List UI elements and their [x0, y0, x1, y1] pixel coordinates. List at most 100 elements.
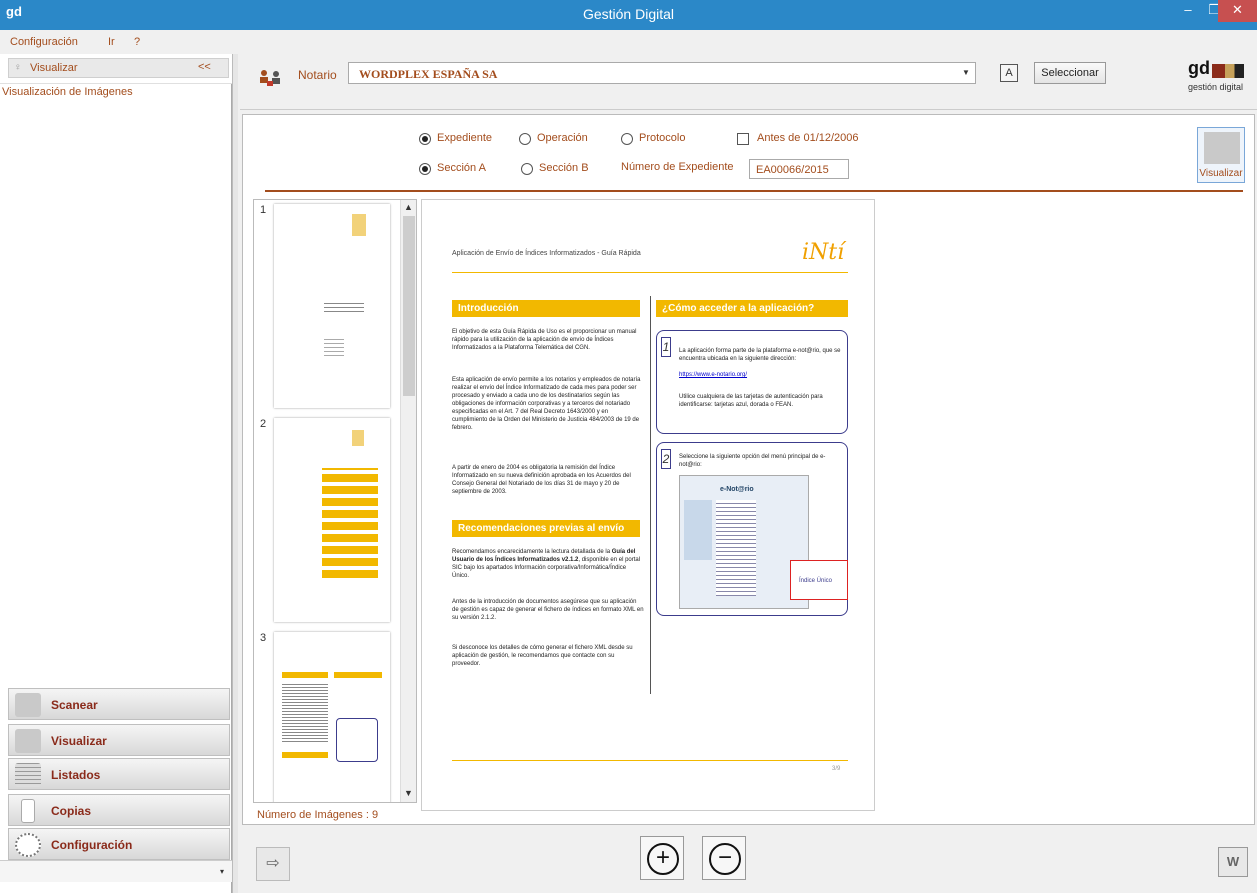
recommendations-paragraph-3: Si desconoce los detalles de cómo genera… — [452, 645, 633, 667]
visualize-icon: ♀ — [14, 62, 22, 73]
scroll-thumb[interactable] — [403, 216, 415, 396]
divider — [265, 190, 1243, 192]
thumb-text — [324, 300, 364, 312]
word-export-button[interactable]: W — [1218, 847, 1248, 877]
expediente-label: Número de Expediente — [621, 161, 734, 173]
step-2-number: 2 — [661, 449, 671, 469]
page-number: 3/9 — [832, 766, 841, 772]
thumb-text — [282, 682, 328, 742]
thumb-section — [334, 672, 382, 678]
radio-seccion-a[interactable] — [419, 163, 431, 175]
close-button[interactable]: ✕ — [1218, 0, 1257, 22]
menu-bar: Configuración Ir ? — [0, 30, 1257, 52]
before-date-checkbox[interactable] — [737, 133, 749, 145]
rec-text: Recomendamos encarecidamente la lectura … — [452, 549, 612, 555]
visualize-button-label: Visualizar — [1199, 168, 1243, 179]
step-2-box: 2 Seleccione la siguiente opción del men… — [656, 442, 848, 616]
notary-value: WORDPLEX ESPAÑA SA — [359, 67, 498, 81]
brand-gd: gd — [1188, 58, 1210, 78]
visualize-button[interactable]: Visualizar — [1197, 127, 1245, 183]
nav-label: Visualizar — [51, 734, 107, 748]
zoom-out-button[interactable]: − — [702, 836, 746, 880]
nav-copias[interactable]: Copias — [8, 794, 230, 826]
nav-label: Scanear — [51, 698, 98, 712]
intro-title: Introducción — [452, 300, 640, 317]
recommendations-paragraph-1: Recomendamos encarecidamente la lectura … — [452, 548, 644, 580]
step-1-text: La aplicación forma parte de la platafor… — [679, 348, 841, 362]
thumbnail-page-2[interactable] — [274, 418, 390, 622]
brand-text: gestión digital — [1188, 82, 1244, 92]
menu-configuracion[interactable]: Configuración — [10, 36, 78, 48]
intro-paragraph-2: Esta aplicación de envío permite a los n… — [452, 377, 641, 431]
thumb-number: 3 — [260, 632, 267, 644]
chevron-down-icon[interactable]: ▾ — [220, 867, 224, 876]
radio-seccion-b[interactable] — [521, 163, 533, 175]
collapse-button[interactable]: << — [198, 61, 211, 73]
doc-footer-rule — [452, 760, 848, 761]
step-1-link[interactable]: https://www.e-notario.org/ — [679, 371, 841, 379]
radio-operacion[interactable] — [519, 133, 531, 145]
step-1-box: 1 La aplicación forma parte de la plataf… — [656, 330, 848, 434]
callout-box: Índice Único — [790, 560, 848, 600]
before-date-label: Antes de 01/12/2006 — [757, 132, 859, 144]
menu-ir[interactable]: Ir — [108, 36, 115, 48]
notary-select[interactable]: WORDPLEX ESPAÑA SA ▼ — [348, 62, 976, 84]
notary-label: Notario — [298, 68, 337, 82]
enotario-title: e-Not@rio — [720, 486, 754, 493]
inti-logo-icon — [352, 214, 366, 236]
scroll-down-icon[interactable]: ▼ — [404, 788, 413, 798]
radio-seccion-a-label: Sección A — [437, 162, 486, 174]
thumbnail-page-3[interactable] — [274, 632, 390, 802]
thumb-number: 1 — [260, 204, 267, 216]
dropdown-arrow-icon[interactable]: ▼ — [959, 65, 973, 81]
arrow-right-button[interactable]: ⇨ — [256, 847, 290, 881]
radio-expediente[interactable] — [419, 133, 431, 145]
radio-protocolo-label: Protocolo — [639, 132, 686, 144]
intro-paragraph-3: A partir de enero de 2004 es obligatoria… — [452, 465, 631, 495]
doc-header-rule — [452, 272, 848, 273]
splitter[interactable] — [232, 54, 238, 893]
radio-seccion-b-label: Sección B — [539, 162, 589, 174]
thumbnail-scrollbar[interactable]: ▲ ▼ — [400, 200, 416, 802]
nav-visualizar[interactable]: Visualizar — [8, 724, 230, 756]
brand-bars-icon — [1212, 64, 1244, 78]
settings-dots-icon — [15, 833, 41, 857]
expediente-input[interactable]: EA00066/2015 — [749, 159, 849, 179]
menu-help[interactable]: ? — [134, 36, 140, 48]
inti-logo: iNtí — [802, 240, 845, 265]
visualization-link[interactable]: Visualización de Imágenes — [2, 86, 133, 98]
notary-people-icon — [260, 70, 280, 86]
thumb-box — [336, 718, 378, 762]
scroll-up-icon[interactable]: ▲ — [404, 202, 413, 212]
title-bar: gd Gestión Digital – ❐ ✕ — [0, 0, 1257, 30]
image-count: Número de Imágenes : 9 — [257, 809, 379, 821]
thumbnail-list[interactable]: 1 2 3 ▲ ▼ — [253, 199, 417, 803]
minimize-button[interactable]: – — [1174, 0, 1202, 22]
thumbnail-page-1[interactable] — [274, 204, 390, 408]
window-title: Gestión Digital — [582, 6, 675, 22]
left-panel-header: ♀ Visualizar << — [0, 54, 232, 84]
doc-header: Aplicación de Envío de Índices Informati… — [452, 250, 641, 257]
recommendations-paragraph-2: Antes de la introducción de documentos a… — [452, 599, 644, 621]
nav-footer[interactable]: ▾ — [0, 860, 232, 882]
zoom-in-icon: + — [647, 843, 679, 875]
thumb-number: 2 — [260, 418, 267, 430]
step-2-text: Seleccione la siguiente opción del menú … — [679, 454, 826, 468]
visualize-icon — [1204, 132, 1240, 164]
thumb-text — [324, 336, 344, 356]
nav-label: Configuración — [51, 838, 133, 852]
nav-configuracion[interactable]: Configuración — [8, 828, 230, 860]
nav-listados[interactable]: Listados — [8, 758, 230, 790]
radio-protocolo[interactable] — [621, 133, 633, 145]
notary-toolbar: Notario WORDPLEX ESPAÑA SA ▼ A Seleccion… — [240, 54, 1257, 110]
visualize-icon — [15, 729, 41, 753]
shot-text — [716, 500, 756, 596]
a-button[interactable]: A — [1000, 64, 1018, 82]
enotario-screenshot: e-Not@rio Índice Único — [679, 475, 848, 609]
nav-scanear[interactable]: Scanear — [8, 688, 230, 720]
document-viewer[interactable]: Aplicación de Envío de Índices Informati… — [421, 199, 875, 811]
zoom-in-button[interactable]: + — [640, 836, 684, 880]
select-button[interactable]: Seleccionar — [1034, 62, 1106, 84]
list-grid-icon — [15, 763, 41, 787]
column-divider — [650, 296, 651, 694]
